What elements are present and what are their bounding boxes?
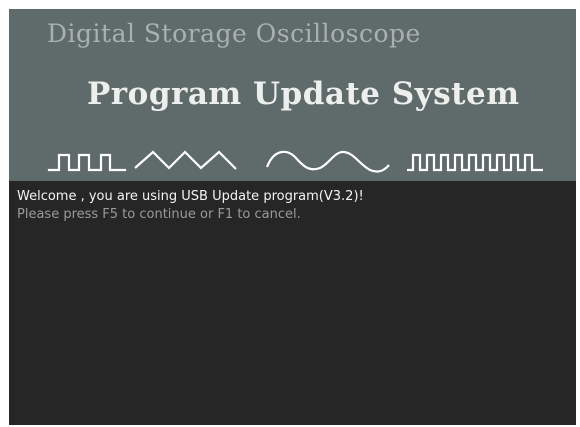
update-header: Digital Storage Oscilloscope Program Upd…	[9, 9, 576, 181]
instruction-message: Please press F5 to continue or F1 to can…	[17, 207, 301, 222]
page-title: Program Update System	[87, 76, 520, 112]
waveform-icon-row	[9, 137, 576, 177]
waveform-icons-svg	[47, 150, 543, 173]
pulse-train-icon	[407, 153, 543, 172]
welcome-message: Welcome , you are using USB Update progr…	[17, 189, 364, 204]
update-console: Welcome , you are using USB Update progr…	[9, 181, 576, 425]
square-wave-icon	[47, 153, 127, 172]
oscilloscope-screen: Digital Storage Oscilloscope Program Upd…	[9, 9, 576, 425]
device-subtitle: Digital Storage Oscilloscope	[47, 19, 421, 48]
sine-wave-icon	[265, 150, 390, 173]
triangle-wave-icon	[134, 150, 237, 170]
